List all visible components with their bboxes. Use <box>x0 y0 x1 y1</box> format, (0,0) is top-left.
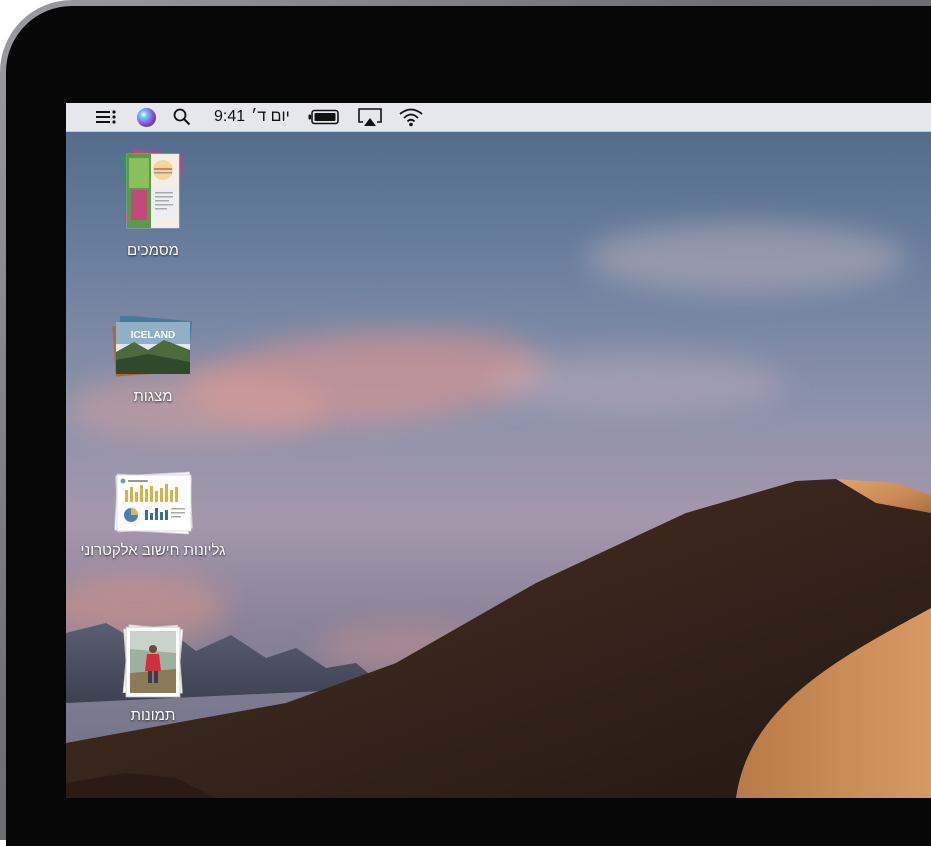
siri-icon[interactable] <box>134 103 158 131</box>
airplay-icon[interactable] <box>355 103 385 131</box>
spreadsheets-label: גליונות חישוב אלקטרוני <box>80 542 226 559</box>
documents-label: מסמכים <box>127 242 179 259</box>
presentations-stack-icon: ICELAND <box>108 314 198 382</box>
documents-stack-icon <box>113 148 193 236</box>
search-icon[interactable] <box>170 103 194 131</box>
photos-label: תמונות <box>130 707 176 724</box>
menu-bar: 9:41 יום ד׳ <box>66 103 931 132</box>
desktop-stack-photos[interactable]: תמונות <box>58 623 248 724</box>
desktop-stack-spreadsheets[interactable]: גליונות חישוב אלקטרוני <box>58 470 248 559</box>
desktop-stack-documents[interactable]: מסמכים <box>58 148 248 259</box>
desktop-stack-presentations[interactable]: ICELAND מצגות <box>58 314 248 405</box>
photos-stack-icon <box>118 623 188 701</box>
battery-icon[interactable] <box>306 103 342 131</box>
list-icon[interactable] <box>94 103 118 131</box>
clock-day: יום ד׳ <box>251 108 290 125</box>
spreadsheets-stack-icon <box>111 470 195 536</box>
clock-time: 9:41 <box>214 108 246 125</box>
wifi-icon[interactable] <box>396 103 426 131</box>
iceland-thumb-text: ICELAND <box>131 330 175 341</box>
presentations-label: מצגות <box>133 388 173 405</box>
